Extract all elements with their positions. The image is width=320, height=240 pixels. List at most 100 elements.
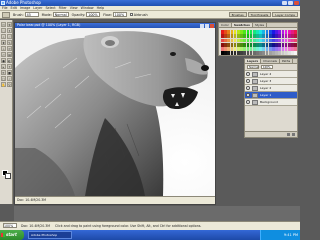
magic-wand-tool-icon[interactable]: ✦ [7, 28, 12, 33]
lasso-tool-icon[interactable]: ◌ [1, 28, 6, 33]
layers-footer [245, 131, 297, 137]
dodge-tool-icon[interactable]: ◐ [7, 58, 12, 63]
visibility-eye-icon[interactable] [246, 86, 250, 90]
mode-select[interactable]: Normal [52, 12, 69, 17]
airbrush-label: Airbrush [133, 12, 148, 17]
brush-tool-icon[interactable]: ✎ [7, 40, 12, 45]
crop-tool-icon[interactable]: ⌗ [1, 34, 6, 39]
maximize-button[interactable] [288, 1, 293, 5]
new-layer-icon[interactable] [287, 133, 290, 136]
document-close-button[interactable] [210, 23, 214, 28]
opacity-field[interactable]: 100% [86, 12, 101, 17]
layer-name: Layer 1 [260, 93, 272, 97]
layer-thumbnail [252, 78, 258, 84]
image-canvas[interactable] [15, 28, 215, 196]
zoom-field[interactable]: 100% [3, 223, 17, 228]
brush-size-field[interactable]: 45 [24, 12, 39, 17]
trash-icon[interactable] [292, 133, 295, 136]
tab-paths[interactable]: Paths [280, 59, 294, 63]
layer-row[interactable]: Background [245, 99, 297, 106]
eyedropper-tool-icon[interactable]: ⁄ [7, 76, 12, 81]
workspace-background [14, 206, 300, 221]
visibility-eye-icon[interactable] [246, 79, 250, 83]
hand-tool-icon[interactable]: ✋ [1, 82, 6, 87]
swatch-cell[interactable] [294, 51, 297, 55]
layer-row[interactable]: Layer 3 [245, 78, 297, 85]
swatches-palette: Color Swatches Styles [218, 22, 298, 56]
zoom-tool-icon[interactable]: ⚲ [7, 82, 12, 87]
clone-stamp-tool-icon[interactable]: ⊥ [1, 46, 6, 51]
menu-image[interactable]: Image [20, 6, 30, 10]
app-status-bar: 100% Doc: 10.4M/20.3M Click and drag to … [0, 221, 300, 230]
slice-tool-icon[interactable]: ⟋ [7, 34, 12, 39]
airbrush-checkbox[interactable] [129, 13, 133, 16]
swatch-grid[interactable] [221, 30, 297, 55]
document-window: Polar bear.psd @ 100% (Layer 1, RGB) Doc… [14, 22, 216, 205]
move-tool-icon[interactable]: ✥ [7, 22, 12, 27]
tab-styles[interactable]: Styles [253, 23, 268, 27]
layer-name: Layer 2 [260, 86, 272, 90]
flow-field[interactable]: 100% [112, 12, 127, 17]
menu-select[interactable]: Select [45, 6, 55, 10]
menu-layer[interactable]: Layer [33, 6, 42, 10]
tab-swatches[interactable]: Swatches [231, 23, 253, 27]
tab-channels[interactable]: Channels [261, 59, 280, 63]
window-controls [282, 1, 299, 5]
pen-tool-icon[interactable]: ✒ [1, 70, 6, 75]
menu-filter[interactable]: Filter [59, 6, 67, 10]
menu-help[interactable]: Help [97, 6, 105, 10]
type-tool-icon[interactable]: T [7, 64, 12, 69]
background-color-swatch[interactable] [5, 173, 11, 179]
gradient-tool-icon[interactable]: ▤ [7, 52, 12, 57]
shape-tool-icon[interactable]: ■ [7, 70, 12, 75]
swatch-cell[interactable] [294, 30, 297, 34]
windows-logo-icon [1, 233, 5, 237]
palette-well: Brushes Tool Presets Layer Comps [228, 12, 298, 17]
layer-row-selected[interactable]: Layer 1 [245, 92, 297, 99]
document-minimize-button[interactable] [200, 23, 204, 28]
swatch-cell[interactable] [294, 38, 297, 43]
history-brush-tool-icon[interactable]: ↺ [7, 46, 12, 51]
layer-name: Layer 3 [260, 79, 272, 83]
menu-file[interactable]: File [2, 6, 8, 10]
visibility-eye-icon[interactable] [246, 100, 250, 104]
start-label: start [6, 232, 17, 237]
palette-well-tab[interactable]: Brushes [228, 12, 247, 17]
blend-mode-select[interactable]: Normal [247, 65, 259, 69]
swatch-cell[interactable] [294, 47, 297, 51]
swatch-cell[interactable] [294, 42, 297, 47]
polar-bear-painting [15, 28, 215, 196]
layer-row[interactable]: Layer 4 [245, 71, 297, 78]
layer-thumbnail [252, 92, 258, 98]
path-selection-tool-icon[interactable]: ▸ [1, 64, 6, 69]
eraser-tool-icon[interactable]: ▱ [1, 52, 6, 57]
tab-layers[interactable]: Layers [245, 59, 262, 63]
minimize-button[interactable] [282, 1, 287, 5]
visibility-eye-icon[interactable] [246, 93, 250, 97]
palette-well-tab[interactable]: Tool Presets [247, 12, 272, 17]
layer-thumbnail [252, 99, 258, 105]
layer-controls: Normal 100% [245, 64, 297, 71]
tab-color[interactable]: Color [219, 23, 232, 27]
tool-preset-picker[interactable] [2, 11, 10, 18]
marquee-tool-icon[interactable]: ▭ [1, 22, 6, 27]
menu-edit[interactable]: Edit [11, 6, 17, 10]
flow-label: Flow: [103, 12, 112, 17]
palette-well-tab[interactable]: Layer Comps [272, 12, 298, 17]
blur-tool-icon[interactable]: ● [1, 58, 6, 63]
taskbar-item-photoshop[interactable]: Adobe Photoshop [28, 231, 72, 239]
healing-brush-tool-icon[interactable]: ✚ [1, 40, 6, 45]
menu-view[interactable]: View [70, 6, 78, 10]
brush-label: Brush: [13, 12, 24, 17]
start-button[interactable]: start [0, 230, 24, 240]
visibility-eye-icon[interactable] [246, 72, 250, 76]
layer-row[interactable]: Layer 2 [245, 85, 297, 92]
notes-tool-icon[interactable]: ▢ [1, 76, 6, 81]
menu-window[interactable]: Window [81, 6, 94, 10]
layer-opacity-field[interactable]: 100% [261, 65, 273, 69]
photoshop-icon [1, 1, 5, 5]
clock: 9:41 PM [283, 233, 298, 237]
close-button[interactable] [294, 1, 299, 5]
swatch-cell[interactable] [294, 34, 297, 38]
document-maximize-button[interactable] [205, 23, 209, 28]
